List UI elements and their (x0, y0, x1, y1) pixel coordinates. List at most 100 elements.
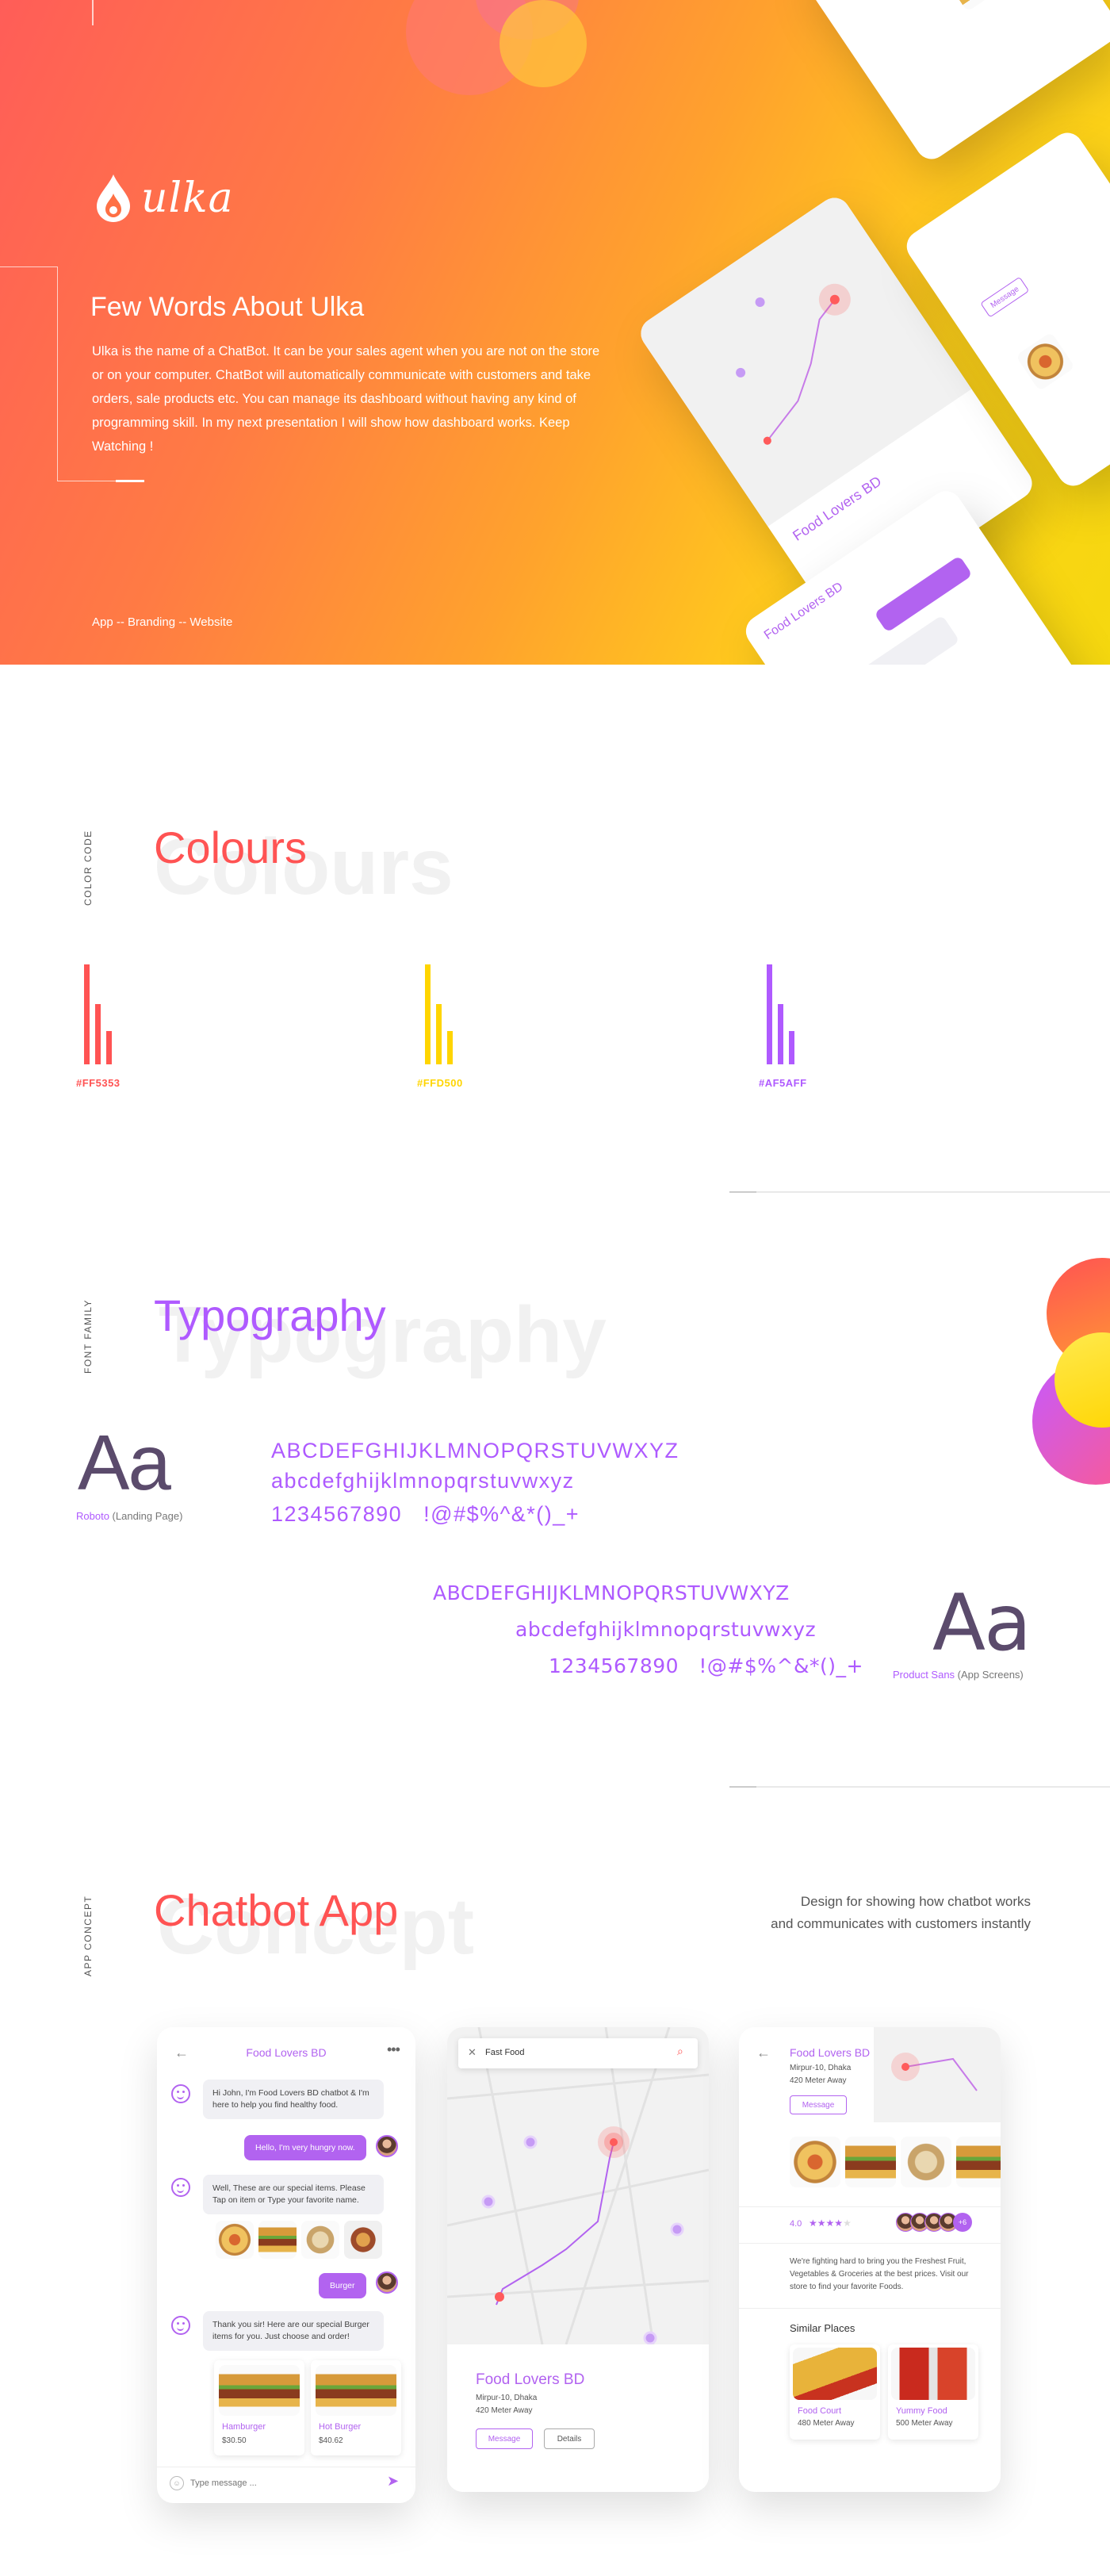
concept-description-line: and communicates with customers instantl… (771, 1916, 1031, 1931)
colour-bar (84, 964, 90, 1064)
divider (739, 2308, 1001, 2309)
map-screen: ✕ Fast Food ⌕ Food Lovers BD Mirpur-10, … (447, 2027, 709, 2492)
colour-bar (436, 1004, 442, 1064)
section-side-label: COLOR CODE (82, 830, 94, 906)
product-image (219, 2365, 300, 2416)
product-card[interactable]: Hamburger $30.50 (214, 2360, 304, 2455)
hex-label: #AF5AFF (759, 1077, 807, 1089)
food-thumbnail (1015, 332, 1075, 392)
hex-label: #FFD500 (417, 1077, 463, 1089)
colour-bar (447, 1031, 453, 1064)
font-label-product-sans: Product Sans (App Screens) (893, 1669, 1024, 1681)
search-icon[interactable]: ⌕ (677, 2045, 683, 2058)
product-image (316, 2365, 396, 2416)
place-about: We're fighting hard to bring you the Fre… (790, 2257, 969, 2291)
divider (739, 2206, 1001, 2207)
menu-item-image[interactable] (956, 2137, 1001, 2187)
alphabet-lower: abcdefghijklmnopqrstuvwxyz (271, 1469, 575, 1493)
menu-item-image[interactable] (845, 2137, 896, 2187)
food-option[interactable] (258, 2221, 297, 2259)
send-icon[interactable]: ➤ (387, 2473, 399, 2490)
message-input[interactable] (190, 2473, 373, 2494)
hero-description: Ulka is the name of a ChatBot. It can be… (92, 344, 600, 454)
section-heading: Chatbot App (154, 1885, 399, 1935)
route-line (496, 2141, 614, 2306)
colour-bar (95, 1004, 101, 1064)
font-sample-roboto: Aa (78, 1419, 171, 1506)
font-usage: (App Screens) (957, 1669, 1024, 1681)
colour-bar (789, 1031, 794, 1064)
decor-circle (500, 0, 587, 87)
section-heading: Colours (154, 822, 307, 872)
hero-message-button[interactable]: Message (980, 276, 1030, 318)
emoji-icon[interactable]: ☺ (170, 2476, 184, 2490)
star-icon: ★ (843, 2218, 852, 2229)
colour-bar (778, 1004, 783, 1064)
food-option[interactable] (344, 2221, 382, 2259)
divider-accent (116, 480, 144, 482)
place-name: Yummy Food (896, 2406, 947, 2416)
map-streets (447, 2027, 709, 2344)
map-view[interactable] (447, 2027, 709, 2344)
food-option[interactable] (216, 2221, 254, 2259)
hero-banner: ulka Few Words About Ulka Ulka is the na… (0, 0, 1110, 665)
star-icon: ★ (825, 2218, 835, 2229)
message-button[interactable]: Message (476, 2428, 533, 2449)
section-divider (729, 1191, 1110, 1193)
place-info-panel: Food Lovers BD Mirpur-10, Dhaka 420 Mete… (447, 2344, 709, 2492)
alphabet-upper: ABCDEFGHIJKLMNOPQRSTUVWXYZ (433, 1581, 790, 1604)
similar-places-title: Similar Places (790, 2322, 855, 2334)
user-avatar (376, 2135, 398, 2157)
bot-message: Hi John, I'm Food Lovers BD chatbot & I'… (203, 2080, 384, 2119)
section-side-label: APP CONCEPT (82, 1895, 94, 1976)
product-card[interactable]: Hot Burger $40.62 (311, 2360, 401, 2455)
font-name: Product Sans (893, 1669, 955, 1681)
star-icon: ★ (817, 2218, 826, 2229)
details-button[interactable]: Details (544, 2428, 595, 2449)
place-address: Mirpur-10, Dhaka (476, 2394, 538, 2402)
similar-place-card[interactable]: Food Court 480 Meter Away (790, 2344, 880, 2440)
flame-drop-icon (97, 174, 130, 222)
font-sample-product-sans: Aa (932, 1578, 1032, 1669)
font-name: Roboto (76, 1510, 109, 1522)
bot-message: Well, These are our special items. Pleas… (203, 2175, 384, 2214)
hero-title: Few Words About Ulka (90, 292, 365, 322)
logo-wordmark: ulka (141, 174, 234, 222)
divider-line (92, 0, 94, 25)
place-name: Food Court (798, 2406, 842, 2416)
alphabet-lower: abcdefghijklmnopqrstuvwxyz (515, 1618, 817, 1641)
detail-screen: ← Food Lovers BD Mirpur-10, Dhaka 420 Me… (739, 2027, 1001, 2492)
section-divider (729, 1786, 1110, 1788)
alphabet-upper: ABCDEFGHIJKLMNOPQRSTUVWXYZ (271, 1439, 679, 1462)
product-name: Hamburger (222, 2422, 266, 2432)
menu-item-image[interactable] (790, 2137, 840, 2187)
concept-description-line: Design for showing how chatbot works (800, 1894, 1031, 1909)
back-arrow-icon[interactable]: ← (756, 2045, 771, 2061)
font-usage: (Landing Page) (112, 1510, 183, 1522)
more-menu-icon[interactable]: ••• (387, 2041, 400, 2058)
search-bar[interactable]: ✕ Fast Food ⌕ (458, 2038, 698, 2068)
menu-item-image[interactable] (901, 2137, 951, 2187)
mini-map[interactable] (874, 2027, 1001, 2122)
place-distance: 420 Meter Away (790, 2076, 847, 2085)
place-image (793, 2348, 877, 2400)
bot-message: Thank you sir! Here are our special Burg… (203, 2311, 384, 2351)
bot-avatar-icon (171, 2084, 190, 2103)
chat-reply-bubble (874, 555, 973, 633)
digits-symbols: 1234567890 !@#$%^&*()_+ (549, 1654, 863, 1677)
user-message: Hello, I'm very hungry now. (244, 2135, 366, 2160)
search-input[interactable]: Fast Food (485, 2048, 525, 2057)
food-option[interactable] (301, 2221, 339, 2259)
message-button[interactable]: Message (790, 2095, 847, 2114)
more-reviewers-badge[interactable]: +6 (953, 2213, 972, 2232)
user-message: Burger (319, 2273, 366, 2298)
place-distance: 480 Meter Away (798, 2419, 855, 2428)
brand-logo[interactable]: ulka (92, 173, 234, 224)
chat-screen: ← Food Lovers BD ••• Hi John, I'm Food L… (157, 2027, 415, 2503)
similar-place-card[interactable]: Yummy Food 500 Meter Away (888, 2344, 978, 2440)
star-icon: ★ (809, 2218, 817, 2229)
place-distance: 420 Meter Away (476, 2406, 533, 2415)
place-image (891, 2348, 975, 2400)
colour-bar (425, 964, 431, 1064)
close-icon[interactable]: ✕ (468, 2046, 477, 2059)
